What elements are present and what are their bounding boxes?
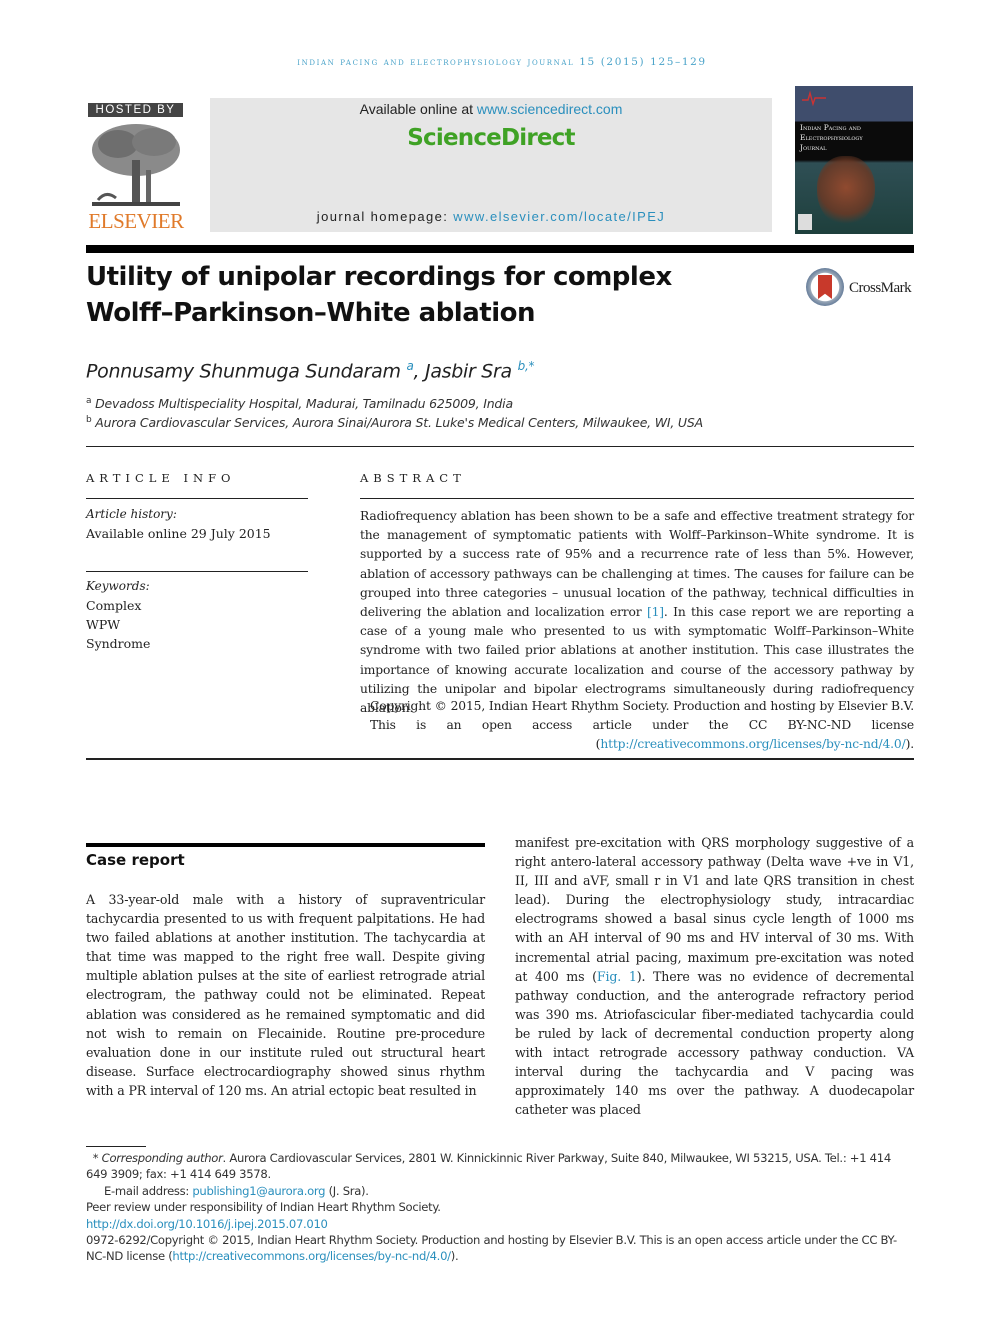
footnote-mark: * — [92, 1151, 99, 1165]
footnote-rule — [86, 1146, 146, 1147]
abstract-copyright: Copyright © 2015, Indian Heart Rhythm So… — [370, 697, 914, 755]
header-divider — [86, 245, 914, 253]
cover-title-line: Electrophysiology — [800, 133, 863, 142]
issn-copyright-note: 0972-6292/Copyright © 2015, Indian Heart… — [86, 1232, 914, 1265]
keyword: Syndrome — [86, 636, 151, 651]
reference-link[interactable]: [1] — [647, 605, 664, 619]
journal-cover-image: Indian Pacing and Electrophysiology Jour… — [795, 86, 913, 234]
body-text: manifest pre-excitation with QRS morphol… — [515, 835, 914, 984]
abstract-heading: ABSTRACT — [360, 471, 466, 485]
affiliation-text: Devadoss Multispeciality Hospital, Madur… — [95, 396, 513, 412]
article-info-heading: ARTICLE INFO — [86, 471, 236, 485]
license-link[interactable]: http://creativecommons.org/licenses/by-n… — [600, 737, 905, 751]
journal-homepage-label: journal homepage: — [316, 209, 454, 224]
keyword: WPW — [86, 617, 121, 632]
hosted-by-label: HOSTED BY — [88, 103, 183, 117]
email-note: E-mail address: publishing1@aurora.org (… — [86, 1183, 914, 1199]
divider — [86, 498, 308, 499]
footnotes: * Corresponding author. Aurora Cardiovas… — [86, 1150, 914, 1265]
doi-link[interactable]: http://dx.doi.org/10.1016/j.ipej.2015.07… — [86, 1217, 328, 1231]
available-online-label: Available online at — [359, 101, 477, 117]
sciencedirect-banner: Available online at www.sciencedirect.co… — [210, 98, 772, 232]
article-title-line: Utility of unipolar recordings for compl… — [86, 262, 672, 292]
corresponding-author-label: Corresponding author — [101, 1151, 223, 1165]
sciencedirect-logo: ScienceDirect — [407, 125, 575, 151]
cover-ecg-logo-icon — [802, 90, 826, 106]
divider — [86, 758, 914, 760]
cover-title-line: Indian Pacing and — [800, 123, 861, 132]
email-label: E-mail address: — [104, 1183, 193, 1198]
article-title: Utility of unipolar recordings for compl… — [86, 259, 726, 331]
author-name[interactable]: Jasbir Sra — [425, 360, 512, 382]
sciencedirect-link[interactable]: www.sciencedirect.com — [477, 101, 623, 117]
affiliation: a Devadoss Multispeciality Hospital, Mad… — [86, 396, 513, 411]
divider — [360, 498, 914, 499]
cover-heart-illustration — [817, 156, 875, 226]
divider — [86, 446, 914, 447]
body-paragraph: A 33-year-old male with a history of sup… — [86, 892, 485, 1098]
affiliation-mark: a — [86, 396, 92, 406]
case-report-heading: Case report — [86, 851, 185, 869]
section-rule — [86, 843, 485, 847]
body-text: ). There was no evidence of decremental … — [515, 968, 914, 1118]
copyright-end: ). — [905, 737, 915, 752]
affiliation-marker[interactable]: b,* — [518, 359, 535, 373]
journal-homepage-link[interactable]: www.elsevier.com/locate/IPEJ — [453, 209, 665, 224]
author-list: Ponnusamy Shunmuga Sundaram a, Jasbir Sr… — [86, 359, 535, 383]
email-link[interactable]: publishing1@aurora.org — [192, 1184, 325, 1198]
elsevier-wordmark: ELSEVIER — [88, 209, 184, 233]
body-paragraph: manifest pre-excitation with QRS morphol… — [515, 833, 914, 1119]
affiliation: b Aurora Cardiovascular Services, Aurora… — [86, 415, 703, 430]
abstract-body: Radiofrequency ablation has been shown t… — [360, 507, 914, 718]
article-title-line: Wolff–Parkinson–White ablation — [86, 298, 535, 328]
keywords-label: Keywords: — [86, 579, 150, 593]
article-history-value: Available online 29 July 2015 — [86, 526, 271, 541]
running-head: Indian Pacing and Electrophysiology Jour… — [297, 56, 707, 68]
crossmark-button[interactable]: CrossMark — [806, 268, 916, 308]
cover-qr-code-icon — [798, 214, 812, 230]
abstract-text: Radiofrequency ablation has been shown t… — [360, 509, 914, 620]
article-history-label: Article history: — [86, 507, 177, 521]
cover-title: Indian Pacing and Electrophysiology Jour… — [800, 123, 910, 153]
divider — [86, 571, 308, 572]
email-suffix: (J. Sra). — [325, 1183, 369, 1198]
issn-end: ). — [450, 1249, 459, 1264]
crossmark-label: CrossMark — [849, 280, 912, 296]
elsevier-tree-logo-icon — [92, 124, 180, 206]
peer-review-note: Peer review under responsibility of Indi… — [86, 1200, 441, 1215]
affiliation-text: Aurora Cardiovascular Services, Aurora S… — [95, 415, 703, 431]
corresponding-author-note: * Corresponding author. Aurora Cardiovas… — [86, 1150, 914, 1183]
affiliation-marker[interactable]: a — [406, 359, 413, 373]
affiliation-mark: b — [86, 415, 92, 425]
author-name[interactable]: Ponnusamy Shunmuga Sundaram — [86, 360, 401, 382]
available-online-line: Available online at www.sciencedirect.co… — [210, 101, 772, 117]
journal-homepage-line: journal homepage: www.elsevier.com/locat… — [210, 209, 772, 224]
figure-link[interactable]: Fig. 1 — [597, 969, 637, 984]
cover-title-line: Journal — [800, 143, 827, 152]
keyword: Complex — [86, 598, 142, 613]
license-link[interactable]: http://creativecommons.org/licenses/by-n… — [172, 1249, 451, 1263]
